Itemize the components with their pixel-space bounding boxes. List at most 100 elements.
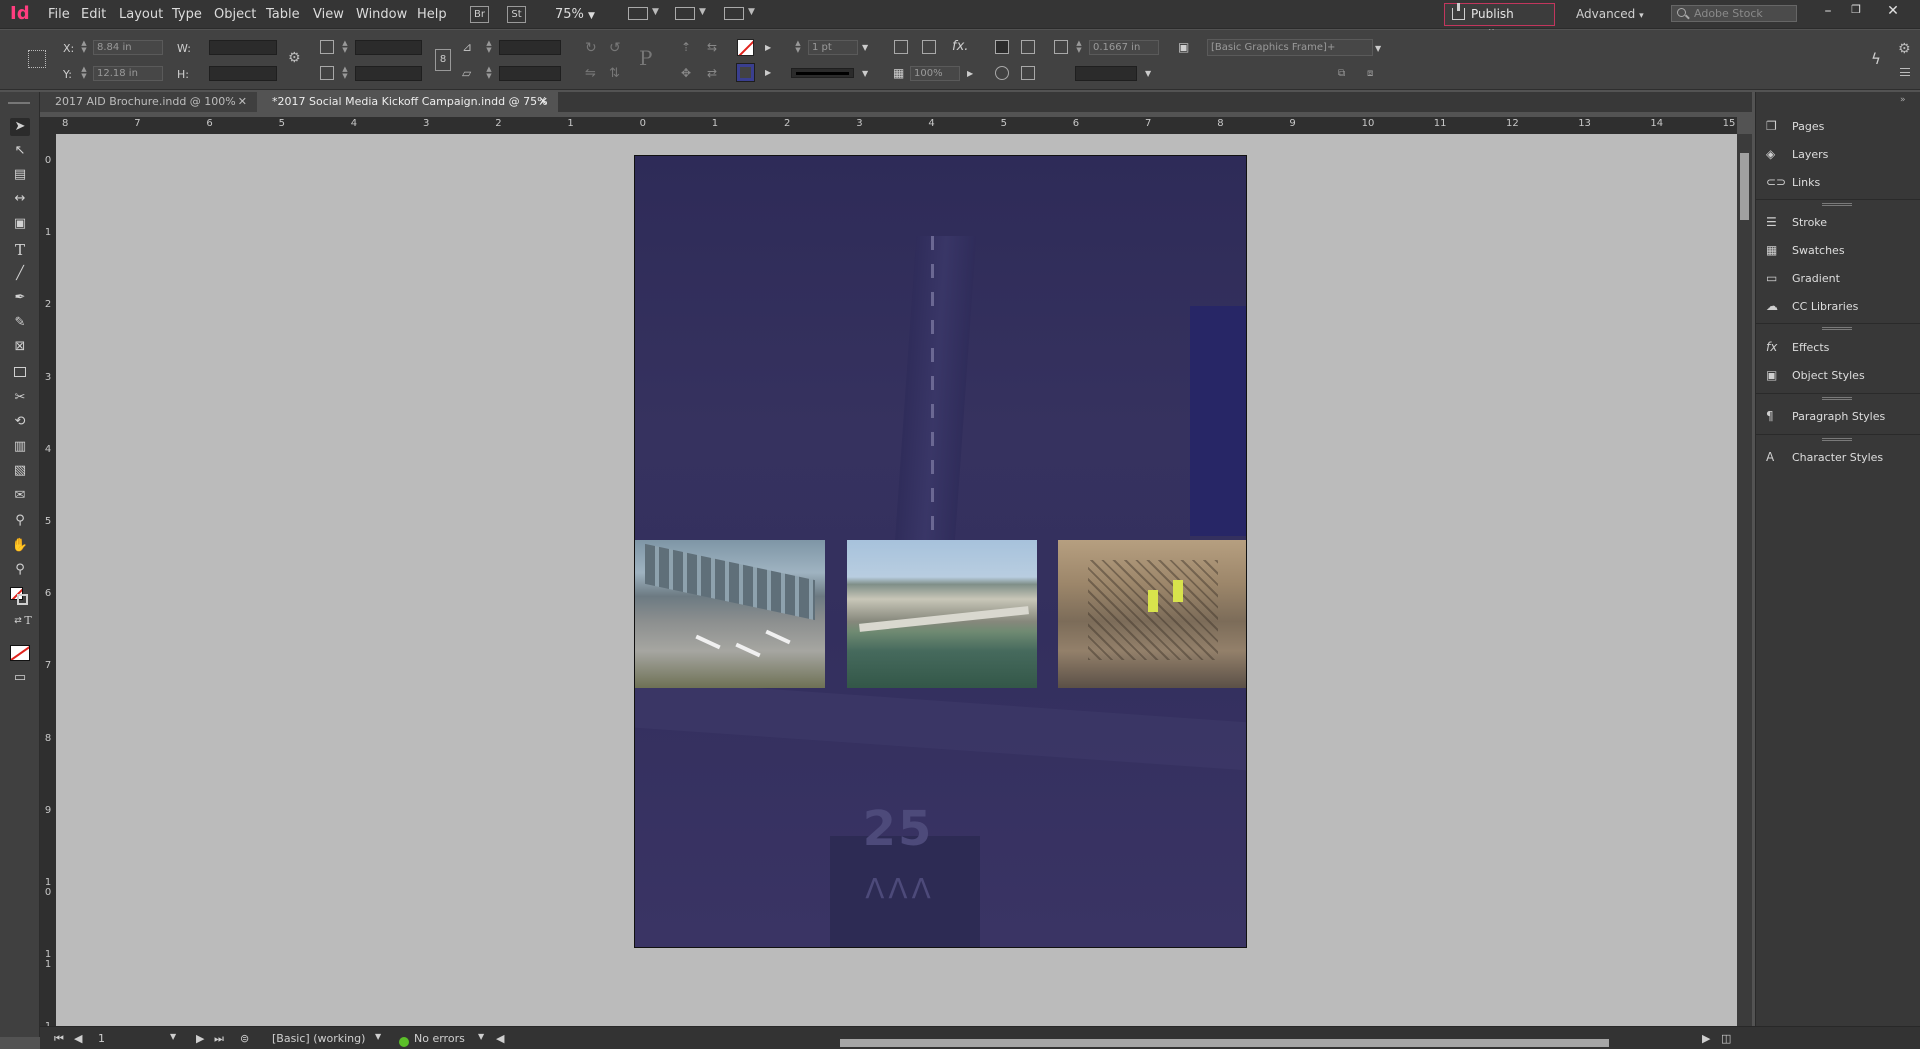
workspace-switcher[interactable]: Advanced ▾ xyxy=(1576,7,1644,21)
photo-construction[interactable] xyxy=(1058,540,1246,688)
height-field[interactable] xyxy=(209,66,277,81)
stock-search-input[interactable]: Adobe Stock xyxy=(1671,5,1797,22)
formatting-text-icon[interactable]: T xyxy=(18,612,38,630)
stroke-weight-stepper[interactable]: ▲ ▼ xyxy=(793,40,803,55)
menu-window[interactable]: Window xyxy=(356,7,407,22)
chevron-down-icon[interactable]: ▼ xyxy=(478,1032,484,1041)
scissors-tool-icon[interactable]: ✂ xyxy=(10,389,30,407)
horizontal-scroll-thumb[interactable] xyxy=(840,1039,1609,1047)
drop-shadow-icon[interactable] xyxy=(922,40,936,54)
scroll-left-icon[interactable]: ◀ xyxy=(496,1032,504,1045)
scroll-right-icon[interactable]: ▶ xyxy=(1702,1032,1710,1045)
screen-mode-button[interactable]: ▼ xyxy=(675,6,709,23)
constrain-proportions-icon[interactable]: ⚙ xyxy=(288,50,301,66)
tab-aid-brochure[interactable]: 2017 AID Brochure.indd @ 100% ✕ xyxy=(40,92,257,112)
rotate-ccw-icon[interactable]: ↺ xyxy=(609,40,621,56)
menu-view[interactable]: View xyxy=(313,7,344,22)
chevron-down-icon[interactable]: ▼ xyxy=(862,69,868,78)
menu-table[interactable]: Table xyxy=(266,7,300,22)
frame-fitting-icon[interactable] xyxy=(894,40,908,54)
first-page-icon[interactable]: ⏮ xyxy=(54,1032,64,1046)
content-collector-icon[interactable]: ▣ xyxy=(10,215,30,233)
object-style-selector[interactable]: [Basic Graphics Frame]+ xyxy=(1207,39,1373,56)
select-content-icon[interactable]: ✥ xyxy=(681,66,691,80)
stroke-menu-arrow[interactable]: ▶ xyxy=(765,68,771,77)
panel-gradient[interactable]: ▭ Gradient xyxy=(1766,268,1916,290)
photo-airport-waterfront[interactable] xyxy=(847,540,1037,688)
page-tool-icon[interactable]: ▤ xyxy=(10,166,30,184)
panel-effects[interactable]: fx Effects xyxy=(1766,337,1916,359)
rotate-angle-field[interactable] xyxy=(499,40,561,55)
horizontal-ruler[interactable]: 8 7 6 5 4 3 2 1 0 1 2 3 4 5 6 7 8 9 10 11 12 13 14 15 xyxy=(40,117,1737,134)
rotate-cw-icon[interactable]: ↻ xyxy=(585,40,597,56)
panel-object-styles[interactable]: ▣ Object Styles xyxy=(1766,365,1916,387)
width-field[interactable] xyxy=(209,40,277,55)
stroke-weight-field[interactable]: 1 pt xyxy=(808,40,858,55)
rectangle-frame-tool-icon[interactable]: ⊠ xyxy=(10,338,30,356)
wrap-around-icon[interactable] xyxy=(995,66,1009,80)
y-stepper[interactable]: ▲ ▼ xyxy=(79,66,89,81)
panel-layers[interactable]: ◈ Layers xyxy=(1766,144,1916,166)
close-icon[interactable]: ✕ xyxy=(539,92,548,112)
align-top-icon[interactable] xyxy=(995,40,1009,54)
panel-grip[interactable] xyxy=(1822,203,1852,206)
tab-social-media-kickoff[interactable]: *2017 Social Media Kickoff Campaign.indd… xyxy=(257,92,558,112)
rectangle-tool-icon[interactable] xyxy=(10,363,30,381)
type-tool-icon[interactable]: T xyxy=(10,241,30,259)
document-page[interactable]: 25 ΛΛΛ xyxy=(634,155,1247,948)
chevron-down-icon[interactable]: ▼ xyxy=(1145,69,1151,78)
select-previous-icon[interactable]: ⇆ xyxy=(707,40,717,54)
shear-stepper[interactable]: ▲ ▼ xyxy=(484,66,494,81)
menu-type[interactable]: Type xyxy=(172,7,202,22)
minimize-button[interactable]: – xyxy=(1818,3,1838,21)
x-stepper[interactable]: ▲ ▼ xyxy=(79,40,89,55)
select-next-icon[interactable]: ⇄ xyxy=(707,66,717,80)
line-tool-icon[interactable]: ╱ xyxy=(10,265,30,283)
panel-links[interactable]: ⊂⊃ Links xyxy=(1766,172,1916,194)
y-position-field[interactable]: 12.18 in xyxy=(93,66,163,81)
offset-stepper[interactable]: ▲ ▼ xyxy=(1074,40,1084,55)
next-page-icon[interactable]: ▶ xyxy=(196,1032,204,1045)
preflight-errors[interactable]: No errors xyxy=(414,1032,465,1045)
scale-y-field[interactable] xyxy=(355,66,422,81)
selection-tool-icon[interactable]: ➤ xyxy=(10,118,30,136)
stroke-color-swatch[interactable] xyxy=(17,594,28,605)
fill-menu-arrow[interactable]: ▶ xyxy=(765,43,771,52)
panel-pages[interactable]: ❐ Pages xyxy=(1766,116,1916,138)
chevron-down-icon[interactable]: ▼ xyxy=(375,1032,381,1041)
chevron-down-icon[interactable]: ▼ xyxy=(862,43,868,52)
panel-paragraph-styles[interactable]: ¶ Paragraph Styles xyxy=(1766,406,1916,428)
panel-menu-icon[interactable] xyxy=(1900,68,1910,76)
panel-grip[interactable] xyxy=(1822,438,1852,441)
panel-grip[interactable] xyxy=(1822,327,1852,330)
page-number-field[interactable]: 1 xyxy=(98,1032,105,1045)
panel-character-styles[interactable]: A Character Styles xyxy=(1766,447,1916,469)
vertical-scrollbar[interactable] xyxy=(1737,134,1752,1026)
scale-y-stepper[interactable]: ▲ ▼ xyxy=(340,66,350,81)
stock-button[interactable]: St xyxy=(507,6,526,23)
rotate-stepper[interactable]: ▲ ▼ xyxy=(484,40,494,55)
x-position-field[interactable]: 8.84 in xyxy=(93,40,163,55)
menu-file[interactable]: File xyxy=(48,7,70,22)
split-window-icon[interactable]: ◫ xyxy=(1721,1032,1731,1045)
pen-tool-icon[interactable]: ✒ xyxy=(10,289,30,307)
chevron-down-icon[interactable]: ▼ xyxy=(1375,44,1381,53)
fill-swatch[interactable] xyxy=(737,39,754,56)
panel-stroke[interactable]: ☰ Stroke xyxy=(1766,212,1916,234)
hand-tool-icon[interactable]: ✋ xyxy=(10,537,30,555)
offset-field[interactable]: 0.1667 in xyxy=(1089,40,1159,55)
vertical-scroll-thumb[interactable] xyxy=(1740,153,1749,220)
text-frame-icon[interactable]: P xyxy=(639,46,652,70)
lightning-icon[interactable]: ϟ xyxy=(1871,50,1881,68)
flip-horizontal-icon[interactable]: ⇋ xyxy=(585,66,596,81)
menu-help[interactable]: Help xyxy=(417,7,447,22)
gradient-swatch-tool-icon[interactable]: ▥ xyxy=(10,438,30,456)
pencil-tool-icon[interactable]: ✎ xyxy=(10,314,30,332)
free-transform-tool-icon[interactable]: ⟲ xyxy=(10,413,30,431)
scale-x-stepper[interactable]: ▲ ▼ xyxy=(340,40,350,55)
eyedropper-tool-icon[interactable]: ⚲ xyxy=(10,512,30,530)
vertical-ruler[interactable]: 0123456789101112 xyxy=(40,134,56,1042)
close-icon[interactable]: ✕ xyxy=(238,92,247,112)
panel-swatches[interactable]: ▦ Swatches xyxy=(1766,240,1916,262)
last-page-icon[interactable]: ⏭ xyxy=(214,1032,224,1046)
